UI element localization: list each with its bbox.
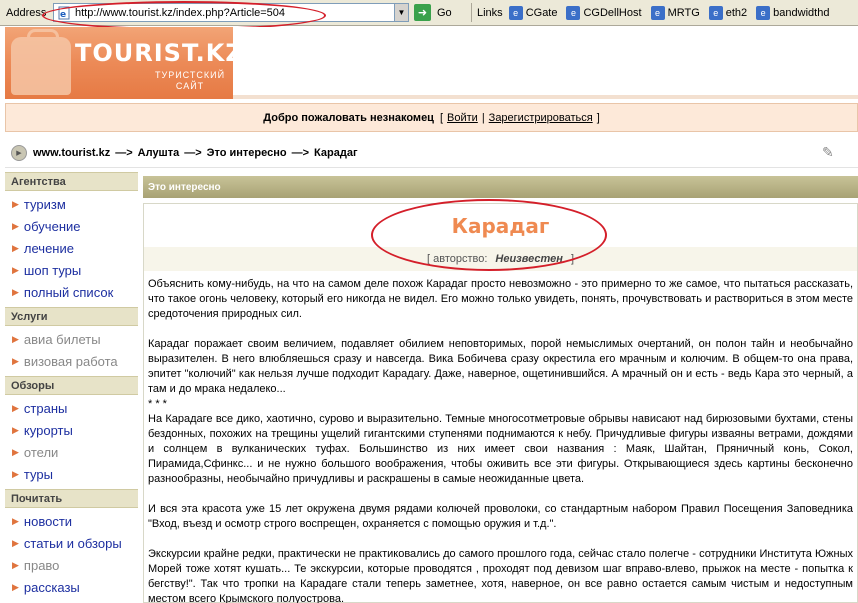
sidebar-item-treatment[interactable]: ▶ лечение (5, 237, 138, 259)
article-paragraph: Экскурсии крайне редки, практически не п… (148, 548, 853, 603)
main-content: Это интересно Карадаг [ авторство: Неизв… (143, 176, 858, 603)
arrow-right-icon: ▶ (12, 286, 19, 297)
sidebar-item-hotels[interactable]: ▶ отели (5, 441, 138, 463)
sidebar-section-services: Услуги (5, 307, 138, 326)
article-paragraph: На Карадаге все дико, хаотично, сурово и… (148, 413, 853, 485)
logo-title: TOURIST.KZ (75, 39, 233, 67)
link-cgdellhost[interactable]: e CGDellHost (566, 5, 642, 20)
sidebar-item-law[interactable]: ▶ право (5, 554, 138, 576)
sidebar-item-visa[interactable]: ▶ визовая работа (5, 350, 138, 372)
breadcrumb-home[interactable]: www.tourist.kz (33, 147, 110, 159)
arrow-right-icon: ▶ (12, 220, 19, 231)
link-page-icon: e (508, 5, 523, 20)
article-body: Объяснить кому-нибудь, на что на самом д… (144, 277, 857, 603)
arrow-right-icon: ▶ (12, 198, 19, 209)
sidebar: Агентства ▶ туризм ▶ обучение ▶ лечение ▶ шо… (5, 172, 138, 603)
article-paragraph: Карадаг поражает своим величием, подавля… (148, 338, 853, 395)
link-bandwidthd[interactable]: e bandwidthd (756, 5, 829, 20)
url-dropdown-button[interactable]: ▼ (394, 3, 409, 22)
play-circle-icon: ▶ (11, 144, 27, 161)
sidebar-item-tours[interactable]: ▶ туры (5, 463, 138, 485)
welcome-text: Добро пожаловать незнакомец (263, 111, 434, 124)
sidebar-item-resorts[interactable]: ▶ курорты (5, 419, 138, 441)
link-page-icon: e (756, 5, 771, 20)
sidebar-section-reviews: Обзоры (5, 376, 138, 395)
link-cgate[interactable]: e CGate (508, 5, 557, 20)
chevron-down-icon: ▼ (397, 8, 406, 17)
section-title: Это интересно (143, 176, 858, 198)
arrow-right-icon: ▶ (12, 424, 19, 435)
arrow-right-icon: ▶ (12, 559, 19, 570)
breadcrumb: ▶ www.tourist.kz —> Алушта —> Это интере… (5, 138, 858, 168)
breadcrumb-current: Карадаг (314, 146, 358, 159)
sidebar-item-countries[interactable]: ▶ страны (5, 397, 138, 419)
arrow-right-icon: ▶ (12, 333, 19, 344)
link-page-icon: e (566, 5, 581, 20)
go-button[interactable]: ➜ Go (414, 3, 452, 22)
go-arrow-icon: ➜ (414, 4, 431, 21)
article-paragraph: Объяснить кому-нибудь, на что на самом д… (148, 278, 853, 320)
register-link[interactable]: Зарегистрироваться (489, 112, 593, 124)
author-row: [ авторство: Неизвестен ] (144, 247, 857, 271)
sidebar-item-stories[interactable]: ▶ рассказы (5, 576, 138, 598)
sidebar-item-full-list[interactable]: ▶ полный список (5, 281, 138, 303)
welcome-bar: Добро пожаловать незнакомец [ Войти | За… (5, 103, 858, 132)
arrow-right-icon: ▶ (12, 264, 19, 275)
go-label: Go (437, 6, 452, 19)
article-title: Карадаг (451, 214, 550, 238)
article: Карадаг [ авторство: Неизвестен ] Объясн… (143, 203, 858, 603)
links-label[interactable]: Links (477, 7, 503, 19)
header-banner (233, 27, 858, 99)
arrow-right-icon: ▶ (12, 515, 19, 526)
sidebar-item-tourism[interactable]: ▶ туризм (5, 193, 138, 215)
sidebar-item-air-tickets[interactable]: ▶ авиа билеты (5, 328, 138, 350)
article-paragraph: И вся эта красота уже 15 лет окружена дв… (148, 503, 853, 530)
arrow-right-icon: ▶ (12, 446, 19, 457)
links-bar: Links e CGate e CGDellHost e MRTG e eth2 e ba… (471, 3, 838, 22)
author-name: Неизвестен (495, 253, 563, 265)
link-page-icon: e (708, 5, 723, 20)
sidebar-section-reading: Почитать (5, 489, 138, 508)
sidebar-item-shop-tours[interactable]: ▶ шоп туры (5, 259, 138, 281)
arrow-right-icon: ▶ (12, 581, 19, 592)
sidebar-section-agencies: Агентства (5, 172, 138, 191)
sidebar-item-education[interactable]: ▶ обучение (5, 215, 138, 237)
link-eth2[interactable]: e eth2 (708, 5, 747, 20)
link-mrtg[interactable]: e MRTG (650, 5, 700, 20)
edit-pencil-icon[interactable]: ✎ (822, 144, 842, 160)
url-highlight-annotation (42, 1, 326, 30)
login-link[interactable]: Войти (447, 112, 478, 124)
address-label: Address (6, 6, 47, 19)
arrow-right-icon: ▶ (12, 402, 19, 413)
arrow-right-icon: ▶ (12, 355, 19, 366)
suitcase-icon (11, 29, 71, 95)
sidebar-item-articles[interactable]: ▶ статьи и обзоры (5, 532, 138, 554)
arrow-right-icon: ▶ (12, 468, 19, 479)
logo-subtitle: ТУРИСТСКИЙ САЙТ (155, 70, 226, 91)
arrow-right-icon: ▶ (12, 537, 19, 548)
article-separator: * * * (148, 398, 167, 410)
breadcrumb-interesting[interactable]: Это интересно (207, 147, 287, 159)
site-logo[interactable]: TOURIST.KZ ТУРИСТСКИЙ САЙТ (5, 27, 233, 99)
arrow-right-icon: ▶ (12, 242, 19, 253)
link-page-icon: e (650, 5, 665, 20)
breadcrumb-alushta[interactable]: Алушта (138, 147, 180, 159)
site-header: TOURIST.KZ ТУРИСТСКИЙ САЙТ (5, 27, 858, 99)
sidebar-item-news[interactable]: ▶ новости (5, 510, 138, 532)
